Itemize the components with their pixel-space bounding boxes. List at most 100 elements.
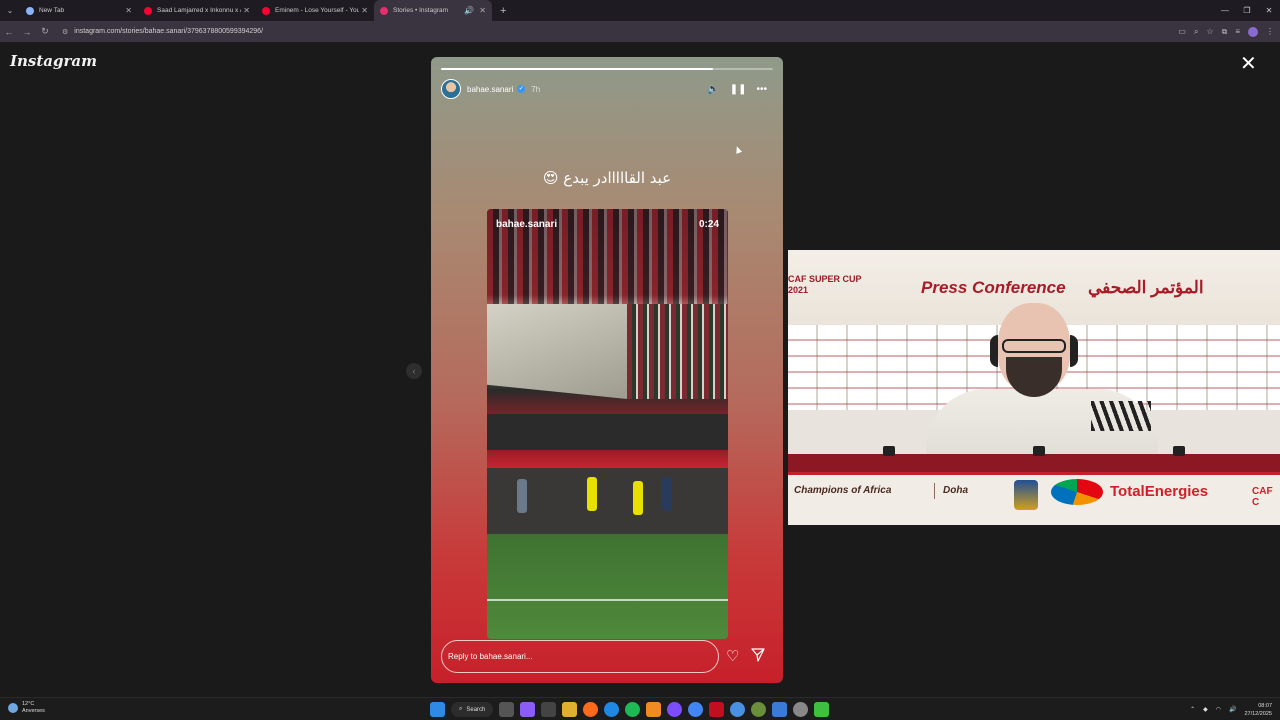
minimize-icon[interactable]: — xyxy=(1214,6,1236,15)
webcam-overlay: CAF SUPER CUP 2021 Press Conference المؤ… xyxy=(788,250,1280,525)
send-message-icon[interactable] xyxy=(751,648,765,662)
previous-story-arrow[interactable]: ‹ xyxy=(406,363,422,379)
sponsor-band: Champions of Africa Doha TotalEnergies C… xyxy=(788,472,1280,525)
app-red-icon[interactable] xyxy=(709,702,725,717)
doha-text: Doha xyxy=(943,485,968,496)
tab-close-icon[interactable]: ✕ xyxy=(479,6,486,15)
bookmark-star-icon[interactable]: ☆ xyxy=(1206,27,1213,36)
close-window-icon[interactable]: ✕ xyxy=(1258,6,1280,15)
more-options-icon[interactable]: ••• xyxy=(756,84,767,95)
story-progress-fill xyxy=(441,68,714,70)
sidebar-icon[interactable]: ≡ xyxy=(1235,27,1240,36)
app-blue-icon[interactable] xyxy=(772,702,788,717)
tab-eminem[interactable]: Eminem - Lose Yourself - YouTu... ✕ xyxy=(256,0,374,21)
story-timestamp: 7h xyxy=(531,84,541,94)
tray-chevron-icon[interactable]: ⌃ xyxy=(1190,706,1195,713)
caf-super-cup-text: CAF SUPER CUP 2021 xyxy=(788,274,862,296)
microphone-icon xyxy=(883,446,895,456)
chrome-active-icon[interactable] xyxy=(730,702,746,717)
close-stories-button[interactable]: ✕ xyxy=(1240,54,1257,74)
reply-input[interactable]: Reply to bahae.sanari... xyxy=(441,640,719,673)
caf-text: CAF C xyxy=(1252,486,1273,508)
video-player xyxy=(662,477,672,511)
clock[interactable]: 08:07 27/12/2025 xyxy=(1244,702,1272,718)
video-dugout xyxy=(487,414,728,534)
tab-search-dropdown-icon[interactable]: ⌄ xyxy=(0,6,20,15)
tab-close-icon[interactable]: ✕ xyxy=(361,6,368,15)
totalenergies-text: TotalEnergies xyxy=(1110,483,1209,500)
tab-title: Eminem - Lose Yourself - YouTu... xyxy=(275,7,359,14)
app-icon[interactable] xyxy=(520,702,536,717)
menu-dots-icon[interactable]: ⋮ xyxy=(1266,27,1274,36)
task-view-icon[interactable] xyxy=(499,702,515,717)
back-icon[interactable]: ← xyxy=(0,27,18,37)
volume-icon[interactable]: 🔈 xyxy=(707,84,719,95)
chrome-icon[interactable] xyxy=(688,702,704,717)
new-tab-button[interactable]: + xyxy=(500,5,506,17)
microphone-icon xyxy=(1173,446,1185,456)
tab-title: New Tab xyxy=(39,7,65,14)
caf-super-cup-line1: CAF SUPER CUP xyxy=(788,274,862,284)
reload-icon[interactable]: ↻ xyxy=(36,26,54,37)
site-info-icon[interactable]: ⚙ xyxy=(62,28,68,36)
tab-close-icon[interactable]: ✕ xyxy=(125,6,132,15)
divider xyxy=(934,483,935,499)
edge-icon[interactable] xyxy=(604,702,620,717)
weather-location: Anverses xyxy=(22,708,45,714)
extensions-icon[interactable]: ⧉ xyxy=(1222,27,1228,37)
story-video[interactable]: bahae.sanari 0:24 xyxy=(487,209,728,639)
tab-title: Saad Lamjarred x Inkonnu x Af... xyxy=(157,7,241,14)
cast-icon[interactable]: ▭ xyxy=(1178,27,1186,36)
clock-time: 08:07 xyxy=(1258,702,1272,709)
caf-super-cup-line2: 2021 xyxy=(788,285,809,295)
app-icon[interactable] xyxy=(751,702,767,717)
tab-instagram-stories[interactable]: Stories • Instagram 🔊 ✕ xyxy=(374,0,492,21)
tab-close-icon[interactable]: ✕ xyxy=(243,6,250,15)
story-username[interactable]: bahae.sanari xyxy=(467,85,513,94)
maximize-icon[interactable]: ❐ xyxy=(1236,6,1258,15)
forward-icon[interactable]: → xyxy=(18,27,36,37)
zoom-icon[interactable]: ⌕ xyxy=(1194,27,1198,37)
firefox-icon[interactable] xyxy=(583,702,599,717)
video-referee xyxy=(633,481,643,515)
story-progress-bar xyxy=(441,68,773,70)
app-green-icon[interactable] xyxy=(814,702,830,717)
tray-app-icon[interactable]: ◆ xyxy=(1203,706,1208,713)
champions-of-africa-text: Champions of Africa xyxy=(794,485,892,496)
file-explorer-icon[interactable] xyxy=(562,702,578,717)
instagram-logo[interactable]: Instagram xyxy=(10,52,97,70)
press-desk xyxy=(788,454,1280,472)
youtube-icon xyxy=(144,6,152,15)
app-icon[interactable] xyxy=(793,702,809,717)
chrome-icon xyxy=(26,6,34,15)
instagram-stories-page: Instagram ✕ ‹ bahae.sanari ✓ 7h 🔈 ❚❚ •••… xyxy=(0,42,1280,697)
profile-avatar[interactable] xyxy=(1248,26,1258,37)
like-heart-icon[interactable]: ♡ xyxy=(726,647,739,665)
video-duration: 0:24 xyxy=(698,219,719,230)
video-overlay-username: bahae.sanari xyxy=(496,219,558,230)
story-user-avatar[interactable] xyxy=(441,79,461,99)
vlc-icon[interactable] xyxy=(646,702,662,717)
windows-start-icon[interactable] xyxy=(430,702,445,717)
url-field[interactable]: ⚙ instagram.com/stories/bahae.sanari/379… xyxy=(62,28,263,36)
pause-icon[interactable]: ❚❚ xyxy=(730,84,747,95)
video-referee xyxy=(587,477,597,511)
audio-playing-icon[interactable]: 🔊 xyxy=(464,6,474,15)
weather-widget[interactable]: 12°C Anverses xyxy=(8,701,45,715)
desktop-icon[interactable] xyxy=(541,702,557,717)
totalenergies-logo-icon xyxy=(1051,479,1103,505)
volume-tray-icon[interactable]: 🔊 xyxy=(1229,706,1236,713)
spotify-icon[interactable] xyxy=(625,702,641,717)
search-label: Search xyxy=(466,706,486,713)
story-card[interactable]: bahae.sanari ✓ 7h 🔈 ❚❚ ••• عبد القاااااد… xyxy=(431,57,783,683)
story-header: bahae.sanari ✓ 7h 🔈 ❚❚ ••• xyxy=(441,79,773,99)
youtube-icon xyxy=(262,6,270,15)
taskbar-search[interactable]: ⌕ Search xyxy=(451,702,494,717)
tab-new-tab[interactable]: New Tab ✕ xyxy=(20,0,138,21)
wifi-icon[interactable]: ◠ xyxy=(1216,706,1221,713)
trophy-logo-icon xyxy=(1014,480,1038,510)
video-player xyxy=(517,479,527,513)
tab-saad-lamjarred[interactable]: Saad Lamjarred x Inkonnu x Af... ✕ xyxy=(138,0,256,21)
discord-icon[interactable] xyxy=(667,702,683,717)
weather-temperature: 12°C xyxy=(22,701,35,707)
